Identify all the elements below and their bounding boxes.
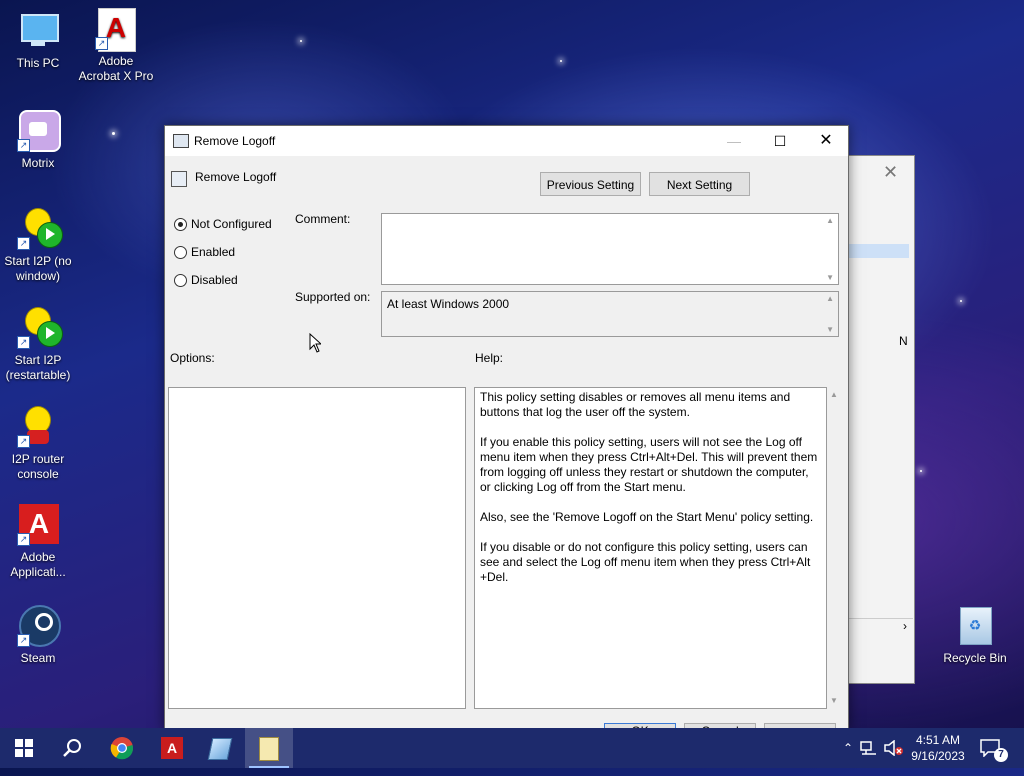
desktop-icon-recycle-bin[interactable]: ♻ Recycle Bin xyxy=(937,605,1013,666)
i2p-start-icon: ↗ xyxy=(17,307,63,349)
motrix-icon: ↗ xyxy=(17,110,61,152)
network-icon[interactable] xyxy=(860,728,882,768)
acrobat-icon: A xyxy=(161,737,183,759)
help-text: This policy setting disables or removes … xyxy=(480,390,818,584)
notification-center-button[interactable]: 7 xyxy=(980,728,1010,768)
chevron-right-icon[interactable]: › xyxy=(903,619,907,633)
horizontal-scrollbar[interactable]: › xyxy=(849,618,913,635)
setting-title: Remove Logoff xyxy=(195,170,277,184)
search-icon xyxy=(63,739,81,757)
clock-date: 9/16/2023 xyxy=(911,749,965,763)
tray-overflow-chevron-up-icon[interactable]: ⌃ xyxy=(838,728,858,768)
policy-icon xyxy=(173,134,189,148)
setting-icon xyxy=(171,171,187,187)
desktop-icon-start-i2p-restartable[interactable]: ↗ Start I2P (restartable) xyxy=(0,307,76,383)
close-button[interactable]: ✕ xyxy=(803,126,849,156)
comment-label: Comment: xyxy=(295,212,351,226)
desktop-icon-label: This PC xyxy=(16,56,60,70)
shortcut-arrow-icon: ↗ xyxy=(17,435,30,448)
minimize-button[interactable]: — xyxy=(711,126,757,156)
shortcut-arrow-icon: ↗ xyxy=(17,237,30,250)
windows-logo-icon xyxy=(15,739,33,757)
help-scroll-up-icon[interactable]: ▲ xyxy=(830,390,838,399)
scroll-up-icon[interactable]: ▲ xyxy=(826,294,834,303)
help-scroll-down-icon[interactable]: ▼ xyxy=(830,696,838,705)
desktop-icon-label: Steam xyxy=(20,651,56,665)
previous-setting-button[interactable]: Previous Setting xyxy=(540,172,641,196)
help-panel: This policy setting disables or removes … xyxy=(474,387,827,709)
acrobat-icon: A ↗ xyxy=(95,8,137,52)
scroll-down-icon[interactable]: ▼ xyxy=(826,325,834,334)
desktop-icon-start-i2p-no-window[interactable]: ↗ Start I2P (no window) xyxy=(0,208,76,284)
column-letter: N xyxy=(899,334,908,348)
taskbar-acrobat[interactable]: A xyxy=(148,728,196,768)
selected-row[interactable] xyxy=(849,244,909,258)
desktop-icon-label: Start I2P (restartable) xyxy=(5,353,71,382)
scroll-up-icon[interactable]: ▲ xyxy=(826,216,834,225)
notepad-icon xyxy=(259,737,279,761)
i2p-console-icon: ↗ xyxy=(17,406,59,448)
desktop-icon-i2p-router-console[interactable]: ↗ I2P router console xyxy=(0,406,76,482)
group-policy-icon xyxy=(207,738,233,760)
maximize-button[interactable]: ☐ xyxy=(757,126,803,156)
desktop-icon-label: Recycle Bin xyxy=(943,651,1007,665)
adobe-icon: A ↗ xyxy=(17,504,59,546)
taskbar-chrome[interactable] xyxy=(98,728,146,768)
desktop-icon-adobe-acrobat[interactable]: A ↗ Adobe Acrobat X Pro xyxy=(78,8,154,84)
window-title: Remove Logoff xyxy=(194,134,276,148)
shortcut-arrow-icon: ↗ xyxy=(17,336,30,349)
desktop-icon-label: Adobe Acrobat X Pro xyxy=(78,54,154,83)
mouse-cursor-icon xyxy=(309,333,321,353)
desktop-icon-label: Motrix xyxy=(21,156,55,170)
desktop-icon-this-pc[interactable]: This PC xyxy=(0,10,76,71)
desktop-icon-adobe-applications[interactable]: A ↗ Adobe Applicati... xyxy=(0,504,76,580)
desktop-icon-motrix[interactable]: ↗ Motrix xyxy=(0,110,76,171)
shortcut-arrow-icon: ↗ xyxy=(17,533,30,546)
notification-count-badge: 7 xyxy=(994,748,1008,762)
supported-on-label: Supported on: xyxy=(295,290,371,304)
options-panel xyxy=(168,387,466,709)
clock[interactable]: 4:51 AM 9/16/2023 xyxy=(906,728,970,768)
desktop-icon-label: I2P router console xyxy=(11,452,65,481)
chrome-icon xyxy=(110,737,134,760)
next-setting-button[interactable]: Next Setting xyxy=(649,172,750,196)
close-icon[interactable]: ✕ xyxy=(883,162,898,183)
taskbar: A ⌃ 4:51 AM 9/16/2023 7 xyxy=(0,728,1024,768)
shortcut-arrow-icon: ↗ xyxy=(17,634,30,647)
volume-muted-icon[interactable] xyxy=(884,728,906,768)
options-label: Options: xyxy=(170,351,215,365)
radio-selected-dot xyxy=(178,222,183,227)
search-button[interactable] xyxy=(48,728,96,768)
computer-icon xyxy=(17,10,59,52)
shortcut-arrow-icon: ↗ xyxy=(95,37,108,50)
clock-time: 4:51 AM xyxy=(915,733,961,747)
desktop-icon-label: Adobe Applicati... xyxy=(10,550,66,579)
i2p-start-icon: ↗ xyxy=(17,208,63,250)
policy-setting-dialog: Remove Logoff — ☐ ✕ Remove Logoff Previo… xyxy=(164,125,849,730)
desktop-icon-steam[interactable]: ↗ Steam xyxy=(0,605,76,666)
supported-on-field: At least Windows 2000 ▲ ▼ xyxy=(381,291,839,337)
start-button[interactable] xyxy=(0,728,48,768)
recycle-bin-icon: ♻ xyxy=(954,605,996,647)
steam-icon: ↗ xyxy=(17,605,61,647)
comment-textarea[interactable]: ▲ ▼ xyxy=(381,213,839,285)
taskbar-policy-editor[interactable] xyxy=(245,728,293,768)
help-label: Help: xyxy=(475,351,504,365)
desktop-icon-label: Start I2P (no window) xyxy=(4,254,72,283)
taskbar-group-policy[interactable] xyxy=(196,728,244,768)
shortcut-arrow-icon: ↗ xyxy=(17,139,30,152)
scroll-down-icon[interactable]: ▼ xyxy=(826,273,834,282)
title-bar[interactable]: Remove Logoff — ☐ ✕ xyxy=(165,126,848,156)
supported-on-value: At least Windows 2000 xyxy=(387,297,510,311)
